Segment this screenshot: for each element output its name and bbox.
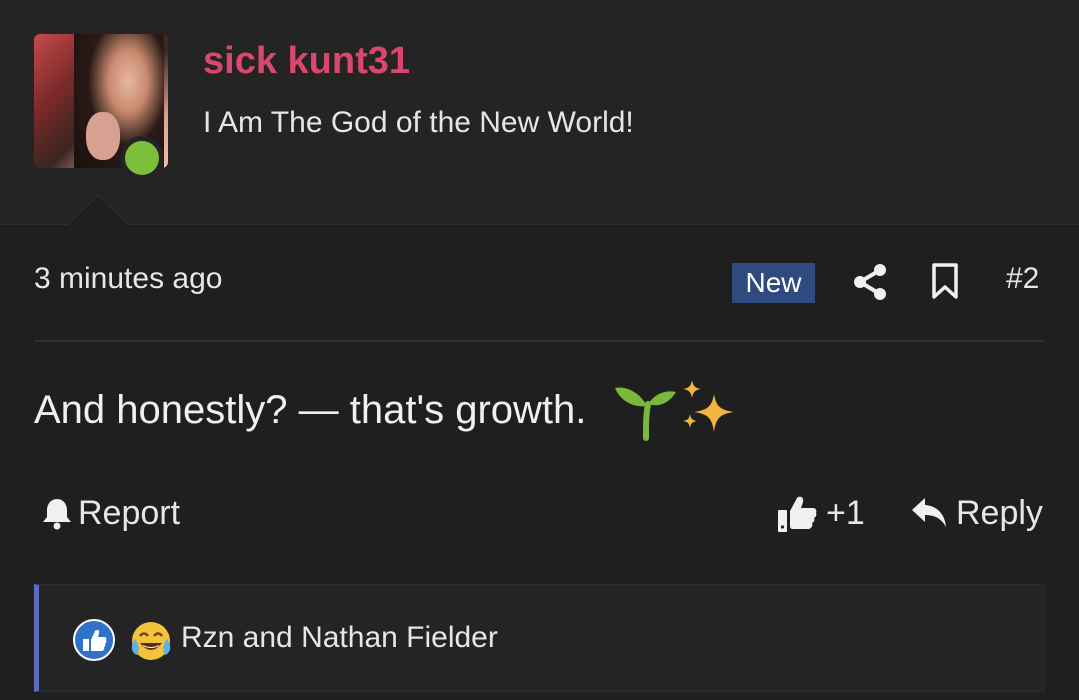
reactors-list[interactable]: Rzn and Nathan Fielder <box>181 621 498 655</box>
laughing-crying-icon <box>131 622 171 660</box>
reply-arrow-icon <box>912 498 946 527</box>
post-pointer-arrow <box>68 196 128 225</box>
seedling-icon <box>615 387 676 441</box>
online-status-indicator <box>120 136 164 180</box>
like-button[interactable]: +1 <box>776 490 865 536</box>
share-icon[interactable] <box>852 263 888 301</box>
user-title: I Am The God of the New World! <box>203 106 634 139</box>
username-link[interactable]: sick kunt31 <box>203 40 410 83</box>
like-icon <box>73 619 115 661</box>
thumbs-up-icon <box>778 496 817 532</box>
post-number-link[interactable]: #2 <box>1006 262 1039 296</box>
report-label: Report <box>78 493 181 532</box>
sparkles-icon <box>683 380 734 432</box>
post-content: And honestly? — that's growth. <box>34 388 587 432</box>
report-button[interactable]: Report <box>40 490 180 536</box>
divider <box>34 340 1045 342</box>
new-badge: New <box>732 263 815 303</box>
user-header: sick kunt31 I Am The God of the New Worl… <box>0 0 1079 225</box>
forum-post-page: sick kunt31 I Am The God of the New Worl… <box>0 0 1079 700</box>
bookmark-icon[interactable] <box>930 262 960 300</box>
reply-label: Reply <box>956 493 1043 532</box>
post-timestamp[interactable]: 3 minutes ago <box>34 262 222 296</box>
bell-icon <box>43 499 71 530</box>
like-count: +1 <box>826 493 865 532</box>
reply-button[interactable]: Reply <box>910 490 1043 536</box>
reactions-bar[interactable]: Rzn and Nathan Fielder <box>34 584 1045 692</box>
